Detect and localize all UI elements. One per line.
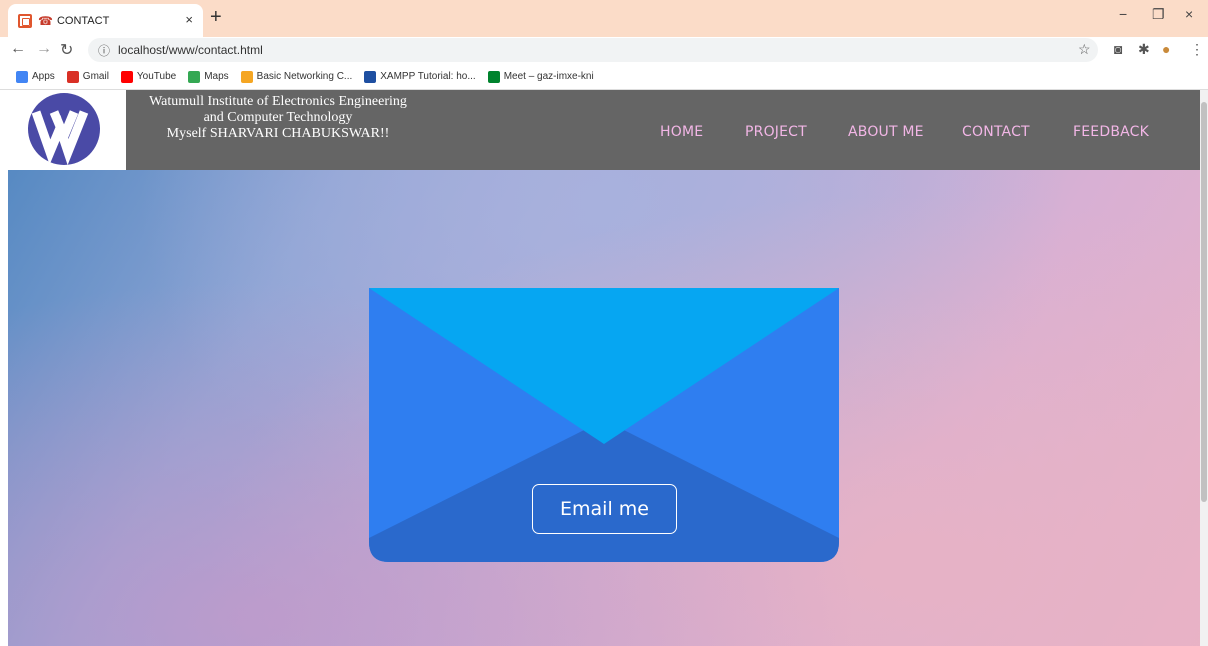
bookmark-label: Maps [204,71,229,82]
youtube-icon [120,70,133,83]
address-url: localhost/www/contact.html [118,43,263,57]
page-viewport: Watumull Institute of Electronics Engine… [8,90,1200,646]
page-favicon-icon [18,13,32,28]
phone-icon: ☎ [38,13,53,28]
bookmark-label: YouTube [136,71,177,82]
browser-tab-strip: ☎ CONTACT × + − ❐ × [0,0,1208,37]
email-envelope: Email me [369,288,839,562]
profile-avatar-icon[interactable]: ● [1162,41,1170,57]
nav-feedback[interactable]: FEEDBACK [1073,124,1149,140]
nav-contact[interactable]: CONTACT [962,124,1030,140]
reload-icon[interactable]: ↻ [60,40,73,60]
bookmarks-bar: Apps Gmail YouTube Maps Basic Networking C..… [0,64,1208,90]
bookmark-item[interactable]: Apps [16,70,55,83]
site-info-icon[interactable]: ⓘ [98,42,110,59]
bookmark-item[interactable]: Maps [188,70,229,83]
address-bar[interactable]: ⓘ localhost/www/contact.html [88,38,1098,62]
bookmark-label: XAMPP Tutorial: ho... [380,71,476,82]
nav-project[interactable]: PROJECT [745,124,807,140]
extensions-puzzle-icon[interactable]: ✱ [1138,41,1150,58]
institute-title: Watumull Institute of Electronics Engine… [128,94,428,142]
site-header: Watumull Institute of Electronics Engine… [8,90,1200,170]
institute-logo-icon [28,93,100,166]
bookmark-item[interactable]: Basic Networking C... [240,70,353,83]
owner-line: Myself SHARVARI CHABUKSWAR!! [166,126,390,141]
nav-about-me[interactable]: ABOUT ME [848,124,924,140]
restore-button[interactable]: ❐ [1152,6,1165,23]
bookmark-label: Gmail [82,71,109,82]
meet-icon [487,70,500,83]
maps-icon [188,70,201,83]
bookmark-star-icon[interactable]: ☆ [1078,41,1091,58]
xampp-icon [364,70,377,83]
email-me-button[interactable]: Email me [532,484,677,534]
browser-menu-icon[interactable]: ⋮ [1190,41,1204,58]
minimize-button[interactable]: − [1119,6,1127,22]
gmail-icon [66,70,79,83]
new-tab-button[interactable]: + [210,6,222,29]
scrollbar-thumb[interactable] [1201,102,1207,502]
bookmark-label: Apps [32,71,55,82]
bookmark-item[interactable]: XAMPP Tutorial: ho... [364,70,476,83]
bookmark-item[interactable]: Gmail [66,70,109,83]
tab-title: CONTACT [56,14,110,27]
camera-extension-icon[interactable]: ◙ [1114,41,1122,57]
bookmark-item[interactable]: Meet – gaz-imxe-kni [487,70,594,83]
nav-home[interactable]: HOME [660,124,703,140]
institute-line-1: Watumull Institute of Electronics Engine… [149,94,407,109]
bookmark-label: Meet – gaz-imxe-kni [503,71,594,82]
forward-arrow-icon[interactable]: → [36,40,52,58]
page-scrollbar[interactable] [1200,90,1208,646]
window-close-button[interactable]: × [1185,6,1193,22]
institute-line-2: and Computer Technology [203,110,353,125]
logo-container [8,90,126,170]
bookmark-item[interactable]: YouTube [120,70,177,83]
networking-icon [240,70,253,83]
tab-close-icon[interactable]: × [185,12,193,27]
back-arrow-icon[interactable]: ← [10,40,26,58]
apps-grid-icon [16,70,28,83]
bookmark-label: Basic Networking C... [256,71,353,82]
browser-tab-contact[interactable]: ☎ CONTACT × [8,4,203,37]
browser-toolbar: ← → ↻ ⓘ localhost/www/contact.html ☆ ◙ ✱… [0,37,1208,64]
